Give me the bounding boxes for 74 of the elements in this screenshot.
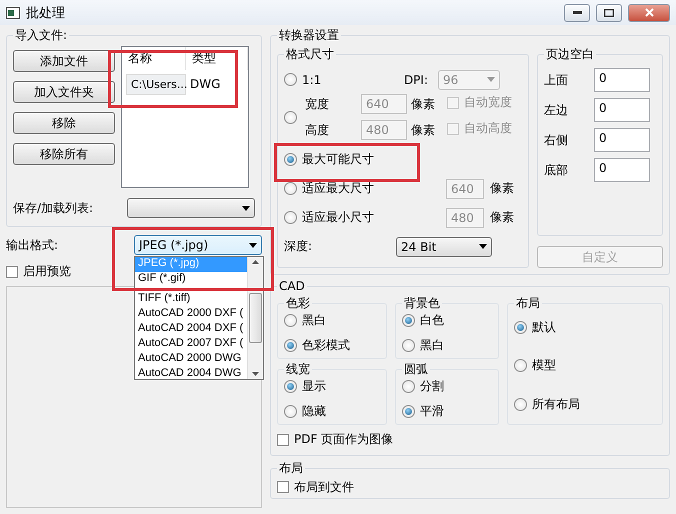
group-title: 转换器设置 [278,27,340,44]
group-title: 导入文件: [14,27,68,44]
list-dropdown[interactable] [127,198,255,218]
radio-button[interactable]: 黑白 [284,312,380,329]
checkbox[interactable]: 布局到文件 [277,478,354,496]
dropdown-option[interactable]: AutoCAD 2007 DXF ( [135,337,247,352]
action-button[interactable]: 添加文件 [13,50,115,72]
radio-button[interactable]: 默认 [514,318,656,336]
window-icon [6,6,20,18]
caret-icon [487,77,495,82]
field-label: 高度 [305,122,330,138]
radio-button[interactable]: 分割 [402,378,492,395]
group-title: 布局 [278,460,304,476]
dropdown-option[interactable]: TIFF (*.tiff) [135,292,247,307]
action-button[interactable]: 加入文件夹 [13,81,115,103]
group-title: 布局 [515,295,541,312]
radio-button[interactable]: 色彩模式 [284,337,380,354]
caret-icon [242,206,250,210]
field-label: 上面 [544,72,569,88]
unit-label: 像素 [490,209,514,226]
radio-button[interactable]: 白色 [402,312,492,329]
close-icon [644,8,654,17]
radio-button[interactable]: 最大可能尺寸 [284,151,374,168]
margin-field[interactable]: 0 [594,128,650,152]
margin-field[interactable]: 0 [594,98,650,122]
group-title: 页边空白 [545,46,595,63]
radio-button[interactable]: 平滑 [402,403,492,420]
field-label: 宽度 [305,96,330,112]
window-title: 批处理 [26,4,66,22]
margin-field[interactable]: 0 [594,68,650,92]
table-cell: C:\Users... [126,74,186,95]
unit-label: 像素 [411,96,436,112]
action-button[interactable]: 移除 [13,112,115,134]
radio-button[interactable]: 模型 [514,357,656,374]
checkbox[interactable]: PDF 页面作为图像 [277,431,394,448]
table-cell-text: DWG [189,76,222,93]
group-title: 线宽 [285,361,311,378]
field-label: 左边 [544,102,569,118]
group-title: 色彩 [285,295,311,312]
action-button[interactable]: 移除所有 [13,143,115,165]
dropdown-option[interactable]: GIF (*.gif) [135,272,247,287]
radio-button[interactable]: 隐藏 [284,403,380,420]
radio-button[interactable]: 显示 [284,378,380,395]
dropdown-option[interactable]: AutoCAD 2004 DWG [135,367,247,379]
radio-button[interactable]: 所有布局 [514,396,656,414]
field-label: 输出格式: [6,236,58,254]
dpi-label: DPI: [404,72,428,86]
dropdown-option[interactable]: AutoCAD 2004 DXF ( [135,322,247,337]
minimize-icon [572,11,582,14]
format-dropdown[interactable]: JPEG (*.jpg) [134,235,262,255]
maximize-button[interactable] [596,4,622,22]
unit-label: 像素 [411,122,436,138]
dropdown-option[interactable]: AutoCAD 2000 DXF ( [135,307,247,322]
group-title: 圆弧 [403,361,429,378]
field-label: 保存/加载列表: [13,200,94,216]
caret-icon [479,244,487,249]
margin-field[interactable]: 0 [594,158,650,182]
field-label: 深度: [284,238,314,255]
column-header[interactable]: 名称 [122,47,186,70]
field-label: 底部 [544,162,569,178]
radio-button[interactable]: 黑白 [402,337,492,354]
group-title: 格式尺寸 [285,46,335,63]
dropdown-option[interactable]: AutoCAD 2000 DWG [135,352,247,367]
unit-label: 像素 [490,180,514,197]
caret-icon [249,242,257,248]
minimize-button[interactable] [564,4,590,22]
checkbox[interactable]: 启用预览 [6,263,71,280]
field-label: 右侧 [544,132,569,148]
maximize-icon [604,8,614,16]
close-button[interactable] [628,4,670,22]
group-title: 背景色 [403,295,441,312]
scroll-bar[interactable] [247,257,263,379]
depth-dropdown[interactable]: 24 Bit [396,236,492,256]
group-title: CAD [278,279,306,293]
